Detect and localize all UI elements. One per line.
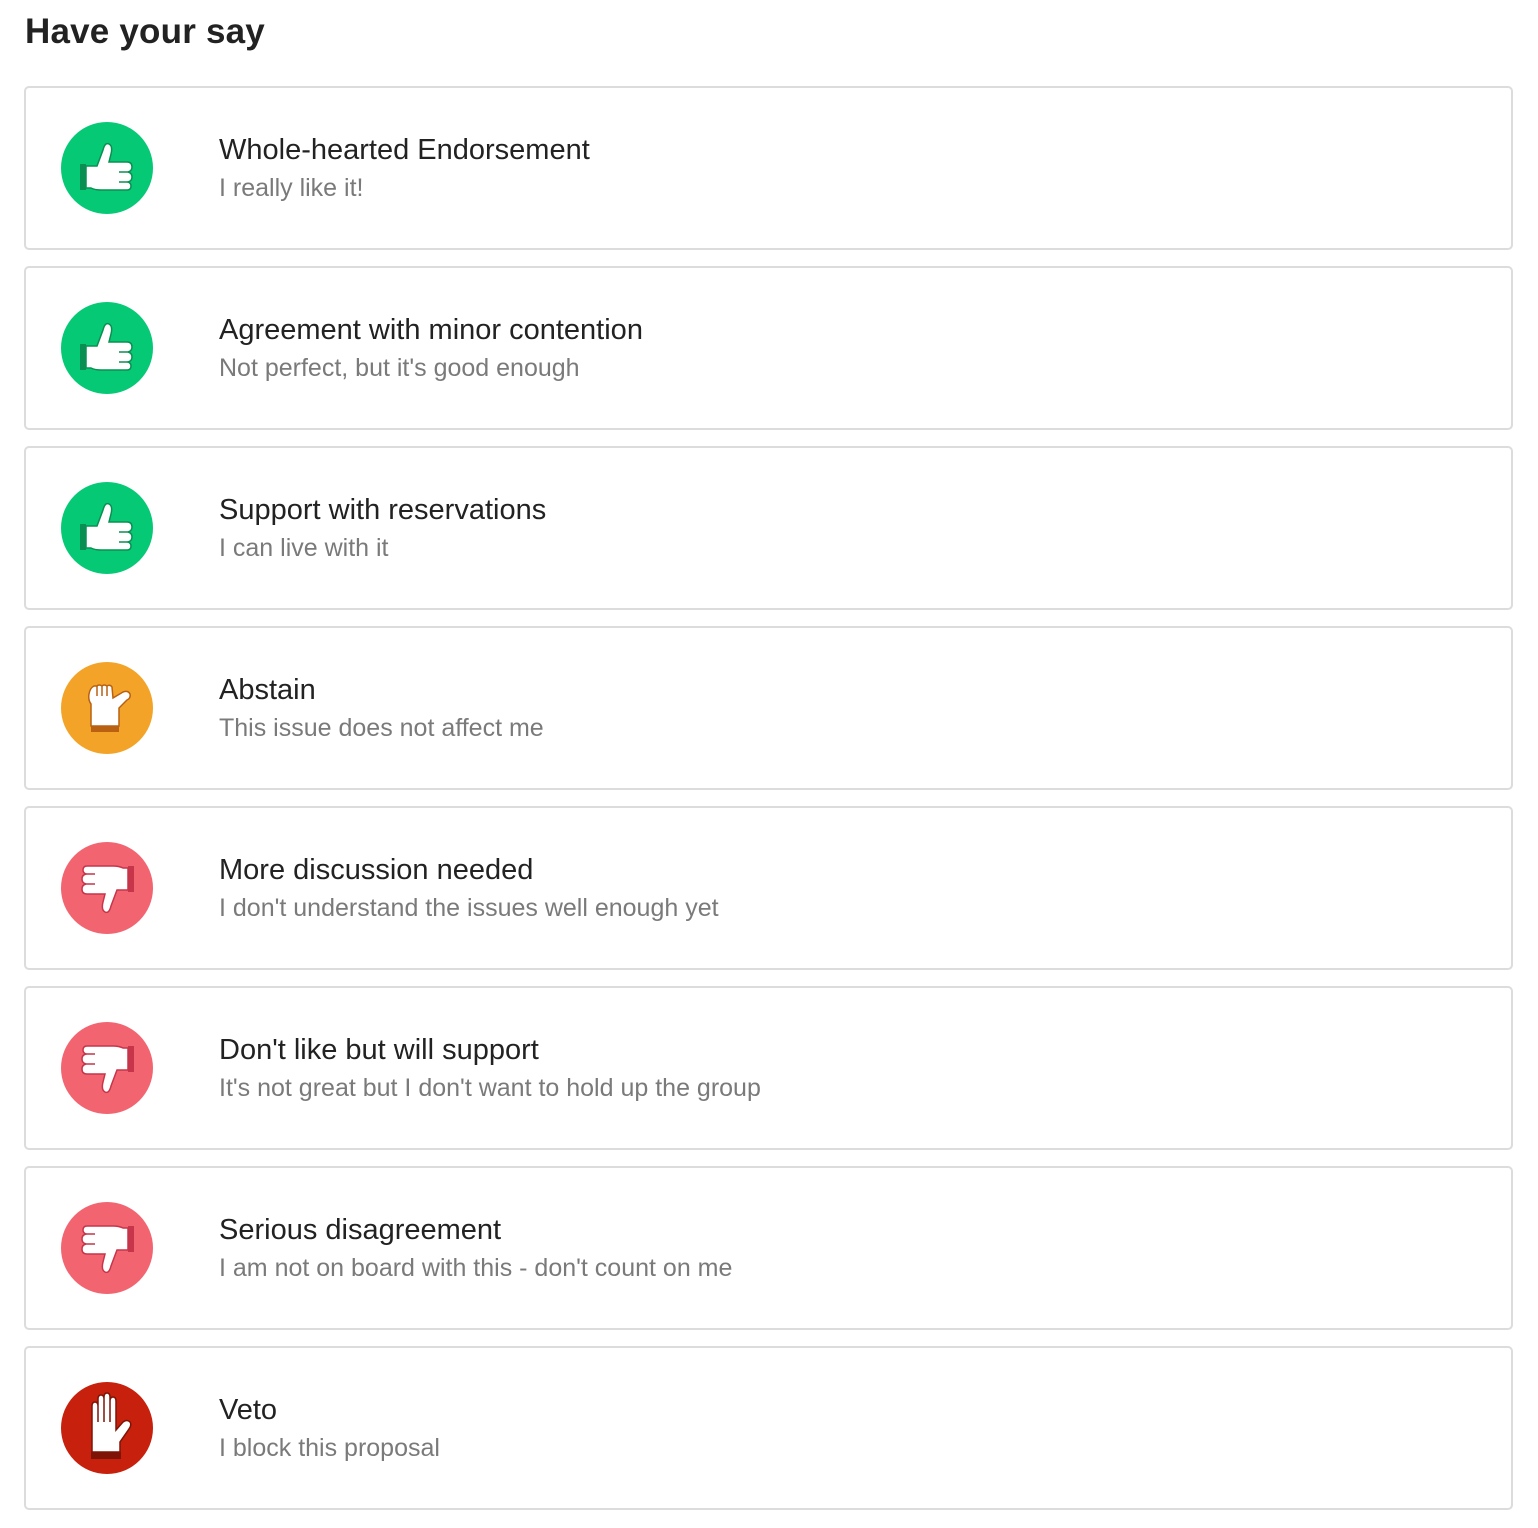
thumbs-down-icon <box>61 1022 153 1114</box>
option-title: Abstain <box>219 674 316 706</box>
thumbs-up-icon <box>61 482 153 574</box>
option-title: Support with reservations <box>219 494 547 526</box>
option-title: Don't like but will support <box>219 1034 539 1066</box>
option-text: Veto I block this proposal <box>219 1392 440 1464</box>
thumbs-down-icon <box>61 842 153 934</box>
option-text: Serious disagreement I am not on board w… <box>219 1212 732 1284</box>
page-title: Have your say <box>25 12 265 51</box>
option-description: I really like it! <box>219 174 364 202</box>
option-title: Serious disagreement <box>219 1214 502 1246</box>
option-support-with-reservations[interactable]: Support with reservations I can live wit… <box>24 446 1513 610</box>
thumbs-up-icon <box>61 302 153 394</box>
option-description: I am not on board with this - don't coun… <box>219 1254 733 1282</box>
option-title: Agreement with minor contention <box>219 314 643 346</box>
thumbs-up-icon <box>61 122 153 214</box>
raised-hand-icon <box>61 1382 153 1474</box>
thumbs-sideways-icon <box>61 662 153 754</box>
option-text: Don't like but will support It's not gre… <box>219 1032 761 1104</box>
option-veto[interactable]: Veto I block this proposal <box>24 1346 1513 1510</box>
option-description: I don't understand the issues well enoug… <box>219 894 719 922</box>
option-serious-disagreement[interactable]: Serious disagreement I am not on board w… <box>24 1166 1513 1330</box>
option-title: Whole-hearted Endorsement <box>219 134 590 166</box>
option-dont-like-but-will-support[interactable]: Don't like but will support It's not gre… <box>24 986 1513 1150</box>
option-title: More discussion needed <box>219 854 534 886</box>
option-title: Veto <box>219 1394 278 1426</box>
option-text: Agreement with minor contention Not perf… <box>219 312 643 384</box>
option-description: It's not great but I don't want to hold … <box>219 1074 761 1102</box>
option-description: This issue does not affect me <box>219 714 544 742</box>
option-whole-hearted-endorsement[interactable]: Whole-hearted Endorsement I really like … <box>24 86 1513 250</box>
option-abstain[interactable]: Abstain This issue does not affect me <box>24 626 1513 790</box>
vote-options-list: Whole-hearted Endorsement I really like … <box>24 86 1513 1510</box>
option-text: Whole-hearted Endorsement I really like … <box>219 132 590 204</box>
option-text: Support with reservations I can live wit… <box>219 492 546 564</box>
option-description: I block this proposal <box>219 1434 440 1462</box>
option-text: Abstain This issue does not affect me <box>219 672 544 744</box>
option-description: Not perfect, but it's good enough <box>219 354 580 382</box>
thumbs-down-icon <box>61 1202 153 1294</box>
option-description: I can live with it <box>219 534 389 562</box>
option-more-discussion-needed[interactable]: More discussion needed I don't understan… <box>24 806 1513 970</box>
option-text: More discussion needed I don't understan… <box>219 852 719 924</box>
option-agreement-with-minor-contention[interactable]: Agreement with minor contention Not perf… <box>24 266 1513 430</box>
